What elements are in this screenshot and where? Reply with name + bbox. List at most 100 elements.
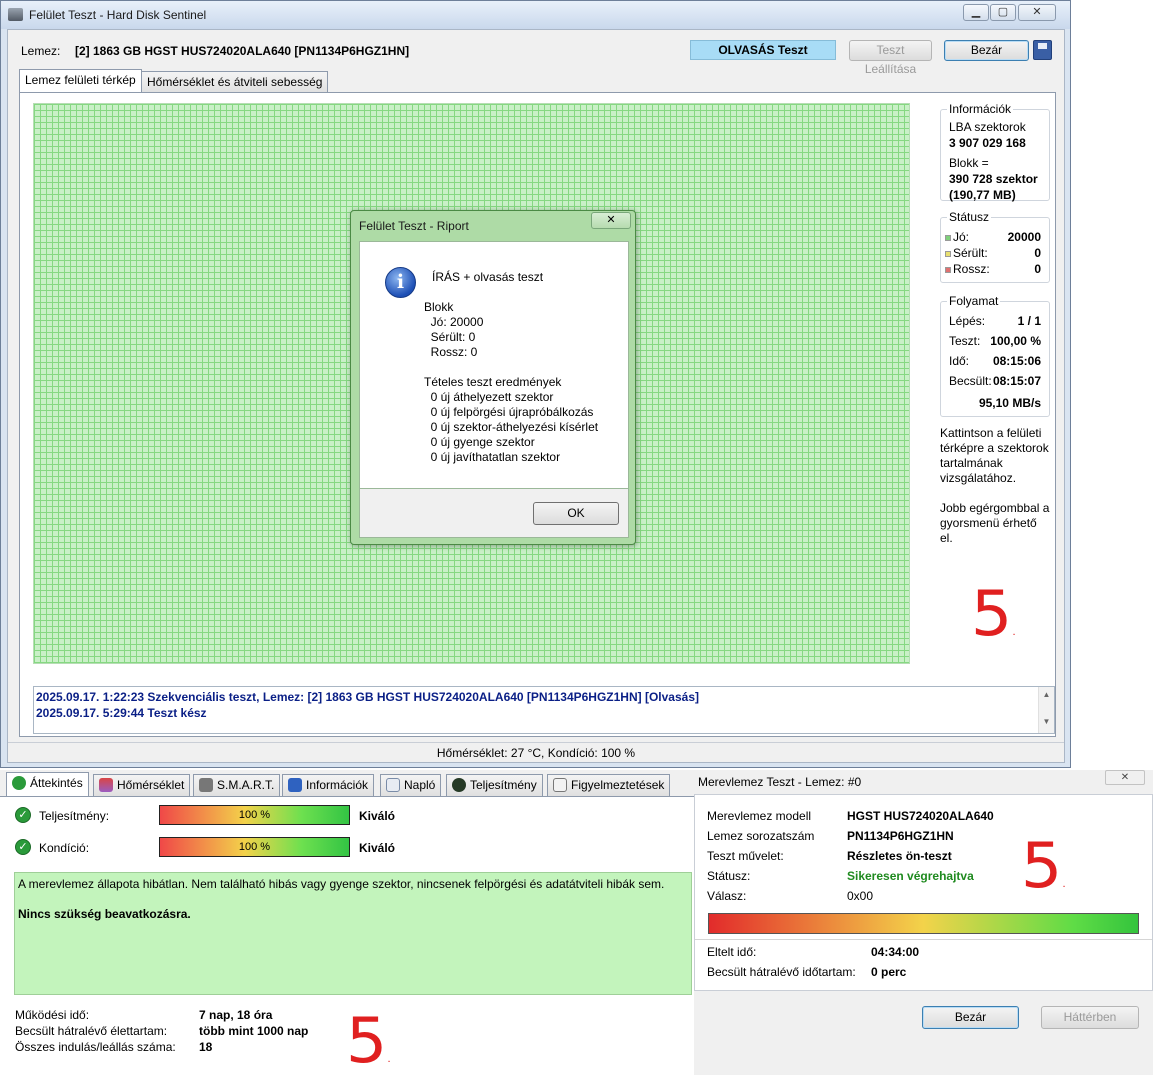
action-message: Nincs szükség beavatkozásra. xyxy=(18,907,191,921)
serial-value: PN1134P6HGZ1HN xyxy=(847,829,954,843)
good-swatch xyxy=(945,235,951,241)
starts-label: Összes indulás/leállás száma: xyxy=(15,1040,176,1054)
title-bar[interactable]: Felület Teszt - Hard Disk Sentinel ▁ ▢ ✕ xyxy=(1,1,1070,29)
hdd-test-content: Merevlemez modell HGST HUS724020ALA640 L… xyxy=(694,794,1153,991)
report-dialog: Felület Teszt - Riport ✕ i ÍRÁS + olvasá… xyxy=(350,210,636,545)
test-status-label: Státusz: xyxy=(707,869,751,883)
log-scrollbar[interactable]: ▲ ▼ xyxy=(1038,687,1054,733)
condition-label: Kondíció: xyxy=(39,841,90,855)
lifetime-value: több mint 1000 nap xyxy=(199,1024,309,1038)
good-row: Jó: xyxy=(945,230,969,244)
handwritten-five-3: 5. xyxy=(345,1004,391,1077)
hdd-test-title: Merevlemez Teszt - Lemez: #0 xyxy=(698,775,862,789)
health-message: A merevlemez állapota hibátlan. Nem talá… xyxy=(18,877,665,891)
app-icon xyxy=(8,8,23,21)
scroll-down-icon[interactable]: ▼ xyxy=(1039,717,1054,726)
block-sectors: 390 728 szektor xyxy=(949,172,1038,186)
scroll-up-icon[interactable]: ▲ xyxy=(1039,690,1054,699)
report-line: ÍRÁS + olvasás teszt xyxy=(432,270,544,284)
maximize-button[interactable]: ▢ xyxy=(990,4,1016,21)
lifetime-label: Becsült hátralévő élettartam: xyxy=(15,1024,168,1038)
test-label: Teszt: xyxy=(949,334,981,348)
lba-value: 3 907 029 168 xyxy=(949,136,1026,150)
damaged-swatch xyxy=(945,251,951,257)
bad-swatch xyxy=(945,267,951,273)
disk-label: Lemez: xyxy=(21,44,61,58)
block-size: (190,77 MB) xyxy=(949,188,1016,202)
ok-button[interactable]: OK xyxy=(533,502,619,525)
log-line-2: 2025.09.17. 5:29:44 Teszt kész xyxy=(36,706,207,720)
hdd-test-dialog: Merevlemez Teszt - Lemez: #0 ✕ Merevleme… xyxy=(694,770,1153,1075)
test-progress-bar xyxy=(708,913,1139,934)
smart-icon xyxy=(199,778,213,792)
test-status-value: Sikeresen végrehajtva xyxy=(847,869,974,883)
hint-click: Kattintson a felületi térképre a szektor… xyxy=(940,426,1049,485)
condition-bar: 100 % xyxy=(159,837,350,857)
window-title: Felület Teszt - Hard Disk Sentinel xyxy=(29,8,207,22)
damaged-row: Sérült: xyxy=(945,246,988,260)
tab-log[interactable]: Napló xyxy=(380,774,442,796)
progress-group-title: Folyamat xyxy=(947,294,1001,308)
step-label: Lépés: xyxy=(949,314,986,328)
gauge-icon xyxy=(452,778,466,792)
report-body: i ÍRÁS + olvasás teszt Blokk Jó: 20000 Sé… xyxy=(359,241,629,489)
tab-temperature-speed[interactable]: Hőmérséklet és átviteli sebesség xyxy=(141,71,329,93)
report-line: 0 új szektor-áthelyezési kísérlet xyxy=(424,420,599,434)
report-line: Tételes teszt eredmények xyxy=(424,375,562,389)
starts-value: 18 xyxy=(199,1040,213,1054)
hint-right-click: Jobb egérgombbal a gyorsmenü érhető el. xyxy=(940,501,1050,545)
tab-overview[interactable]: Áttekintés xyxy=(6,772,89,796)
report-line: 0 új gyenge szektor xyxy=(424,435,535,449)
uptime-value: 7 nap, 18 óra xyxy=(199,1008,273,1022)
read-test-status: OLVASÁS Teszt xyxy=(690,40,836,60)
report-line: 0 új felpörgési újrapróbálkozás xyxy=(424,405,594,419)
status-bar: Hőmérséklet: 27 °C, Kondíció: 100 % xyxy=(8,742,1064,762)
serial-label: Lemez sorozatszám xyxy=(707,829,815,843)
good-count: 20000 xyxy=(1007,230,1041,244)
log-line-1: 2025.09.17. 1:22:23 Szekvenciális teszt,… xyxy=(36,690,699,704)
event-log[interactable]: 2025.09.17. 1:22:23 Szekvenciális teszt,… xyxy=(33,686,1055,734)
health-message-box: A merevlemez állapota hibátlan. Nem talá… xyxy=(14,872,692,995)
response-value: 0x00 xyxy=(847,889,874,903)
tab-surface-map[interactable]: Lemez felületi térkép xyxy=(19,69,142,93)
check-icon xyxy=(12,776,26,790)
alerts-icon xyxy=(553,778,567,792)
save-icon[interactable] xyxy=(1033,40,1052,60)
report-line: 0 új áthelyezett szektor xyxy=(424,390,554,404)
operation-value: Részletes ön-teszt xyxy=(847,849,952,863)
response-label: Válasz: xyxy=(707,889,747,903)
report-line: Jó: 20000 xyxy=(424,315,484,329)
performance-check-icon: ✓ xyxy=(15,807,31,823)
report-line: Sérült: 0 xyxy=(424,330,476,344)
close-button[interactable]: Bezár xyxy=(944,40,1029,61)
estimate-value: 08:15:07 xyxy=(992,374,1041,388)
handwritten-five-1: 5. xyxy=(970,577,1016,650)
info-group-title: Információk xyxy=(947,102,1014,116)
report-close-button[interactable]: ✕ xyxy=(591,212,631,229)
speed-value: 95,10 MB/s xyxy=(978,396,1041,410)
minimize-button[interactable]: ▁ xyxy=(963,4,989,21)
performance-bar: 100 % xyxy=(159,805,350,825)
status-group: Státusz Jó: 20000 Sérült: 0 Rossz: 0 xyxy=(940,210,1050,283)
background-button[interactable]: Háttérben xyxy=(1041,1006,1139,1029)
info-small-icon xyxy=(288,778,302,792)
tab-temperature[interactable]: Hőmérséklet xyxy=(93,774,191,796)
remaining-value: 0 perc xyxy=(871,965,907,979)
tab-performance[interactable]: Teljesítmény xyxy=(446,774,543,796)
stop-test-button[interactable]: Teszt Leállítása xyxy=(849,40,932,76)
divider xyxy=(695,939,1152,940)
time-value: 08:15:06 xyxy=(992,354,1041,368)
hdd-close-button[interactable]: Bezár xyxy=(922,1006,1019,1029)
report-footer: OK xyxy=(359,489,629,538)
hdd-test-close-icon[interactable]: ✕ xyxy=(1105,770,1145,785)
tab-smart[interactable]: S.M.A.R.T. xyxy=(193,774,281,796)
report-line: 0 új javíthatatlan szektor xyxy=(424,450,561,464)
condition-rating: Kiváló xyxy=(359,841,396,855)
close-window-button[interactable]: ✕ xyxy=(1018,4,1056,21)
report-line: Blokk xyxy=(424,300,454,314)
performance-rating: Kiváló xyxy=(359,809,396,823)
model-label: Merevlemez modell xyxy=(707,809,812,823)
tab-alerts[interactable]: Figyelmeztetések xyxy=(547,774,671,796)
tab-information[interactable]: Információk xyxy=(282,774,375,796)
elapsed-label: Eltelt idő: xyxy=(707,945,757,959)
